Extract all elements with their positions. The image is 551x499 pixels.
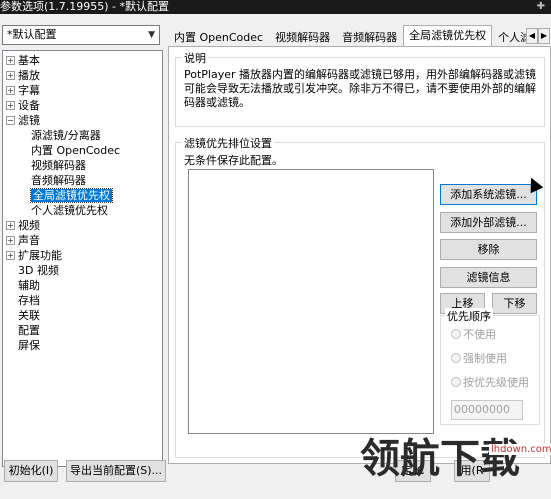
add-external-filter-button[interactable]: 添加外部滤镜... — [440, 212, 537, 233]
radio-not-use[interactable]: 不使用 — [451, 328, 496, 342]
add-system-filter-button[interactable]: 添加系统滤镜... — [440, 184, 537, 205]
save-status-text: 无条件保存此配置。 — [184, 154, 283, 167]
move-down-button[interactable]: 下移 — [492, 293, 537, 314]
tree-item-label: 存档 — [18, 294, 40, 307]
profile-select-value: *默认配置 — [7, 28, 57, 41]
tree-item-label: 播放 — [18, 69, 40, 82]
filter-priority-panel: 说明 PotPlayer 播放器内置的编解码器或滤镜已够用，用外部编解码器或滤镜… — [168, 46, 551, 464]
tree-item[interactable]: 音频解码器 — [3, 173, 162, 188]
tree-item[interactable]: 全局滤镜优先权 — [3, 188, 162, 203]
collapse-icon[interactable]: − — [6, 115, 15, 125]
tree-item-label: 扩展功能 — [18, 249, 62, 262]
window-titlebar: 参数选项(1.7.19955) - *默认配置 ✚ — [0, 0, 551, 14]
tree-item-label: 字幕 — [18, 84, 40, 97]
expand-icon[interactable]: + — [6, 85, 15, 95]
filter-info-button[interactable]: 滤镜信息 — [440, 267, 537, 288]
expand-icon[interactable]: + — [6, 220, 15, 230]
tab-strip: 内置 OpenCodec 视频解码器 音频解码器 全局滤镜优先权 个人滤镜 — [168, 25, 548, 47]
settings-tree[interactable]: + 基本 + 播放 + 字幕 + 设备 − 滤镜 源滤镜/分离器 内置 OpenCodec 视频解码器音… — [2, 50, 163, 467]
preferences-client: *默认配置 ▼ + 基本 + 播放 + 字幕 + 设备 − 滤镜 源滤镜/分离器 内置 OpenCod… — [0, 14, 551, 499]
tree-item[interactable]: 个人滤镜优先权 — [3, 203, 162, 218]
priority-value-input[interactable]: 00000000 — [451, 400, 523, 420]
tree-item-label: 配置 — [18, 324, 40, 337]
tree-item[interactable]: + 视频 — [3, 218, 162, 233]
description-group: 说明 PotPlayer 播放器内置的编解码器或滤镜已够用，用外部编解码器或滤镜… — [175, 50, 545, 127]
radio-icon — [451, 377, 461, 387]
expand-icon[interactable]: + — [6, 70, 15, 80]
tree-item-label: 屏保 — [18, 339, 40, 352]
tree-item[interactable]: 视频解码器 — [3, 158, 162, 173]
radio-by-priority[interactable]: 按优先级使用 — [451, 376, 529, 390]
tree-item[interactable]: 3D 视频 — [3, 263, 162, 278]
priority-group: 优先顺序 不使用 强制使用 按优先级使用 00000000 — [440, 308, 540, 425]
watermark-logo: 领航下载 — [360, 435, 520, 482]
tab-3[interactable]: 全局滤镜优先权 — [403, 25, 493, 47]
tree-item[interactable]: + 播放 — [3, 68, 162, 83]
tree-item[interactable]: 关联 — [3, 308, 162, 323]
tab-0[interactable]: 内置 OpenCodec — [168, 27, 269, 47]
tree-item-label: 视频解码器 — [31, 159, 86, 172]
chevron-left-icon[interactable]: ◀ — [526, 28, 538, 44]
filter-order-group: 滤镜优先排位设置 无条件保存此配置。 添加系统滤镜... 添加外部滤镜... 移… — [175, 135, 545, 458]
tree-item[interactable]: + 设备 — [3, 98, 162, 113]
tree-item-label: 声音 — [18, 234, 40, 247]
expand-icon[interactable]: + — [6, 235, 15, 245]
tree-item-label: 音频解码器 — [31, 174, 86, 187]
tree-item[interactable]: − 滤镜 — [3, 113, 162, 128]
expand-icon[interactable]: + — [6, 55, 15, 65]
tab-scroll: ◀ ▶ — [526, 28, 551, 46]
tree-item-label: 个人滤镜优先权 — [31, 204, 108, 217]
radio-icon — [451, 329, 461, 339]
expand-icon[interactable]: + — [6, 250, 15, 260]
tree-item-label: 3D 视频 — [18, 264, 59, 277]
tree-item[interactable]: 配置 — [3, 323, 162, 338]
description-text: PotPlayer 播放器内置的编解码器或滤镜已够用，用外部编解码器或滤镜可能会… — [184, 68, 537, 109]
tree-item[interactable]: + 声音 — [3, 233, 162, 248]
tree-item[interactable]: 屏保 — [3, 338, 162, 353]
window-title: 参数选项(1.7.19955) - *默认配置 — [0, 0, 170, 13]
tree-item-label: 全局滤镜优先权 — [30, 188, 113, 203]
remove-filter-button[interactable]: 移除 — [440, 239, 537, 260]
tree-item-label: 辅助 — [18, 279, 40, 292]
chevron-down-icon: ▼ — [148, 30, 155, 40]
tab-1[interactable]: 视频解码器 — [269, 27, 336, 47]
tree-item-label: 设备 — [18, 99, 40, 112]
tree-item[interactable]: 源滤镜/分离器 — [3, 128, 162, 143]
radio-icon — [451, 353, 461, 363]
tree-item[interactable]: 辅助 — [3, 278, 162, 293]
tree-item-label: 源滤镜/分离器 — [31, 129, 101, 142]
priority-title: 优先顺序 — [445, 308, 493, 324]
description-title: 说明 — [182, 50, 208, 66]
radio-force-use[interactable]: 强制使用 — [451, 352, 507, 366]
tree-item-label: 视频 — [18, 219, 40, 232]
tree-item-label: 基本 — [18, 54, 40, 67]
export-config-button[interactable]: 导出当前配置(S)... — [66, 460, 166, 482]
tree-item[interactable]: + 字幕 — [3, 83, 162, 98]
pin-icon[interactable]: ✚ — [537, 0, 545, 14]
watermark-url: lhdown.com — [489, 444, 551, 455]
tree-item-label: 内置 OpenCodec — [31, 144, 121, 157]
filter-order-title: 滤镜优先排位设置 — [182, 135, 274, 151]
tree-item[interactable]: + 扩展功能 — [3, 248, 162, 263]
tab-2[interactable]: 音频解码器 — [336, 27, 403, 47]
tree-item[interactable]: + 基本 — [3, 53, 162, 68]
expand-icon[interactable]: + — [6, 100, 15, 110]
chevron-right-icon[interactable]: ▶ — [538, 28, 550, 44]
initialize-button[interactable]: 初始化(I) — [4, 460, 58, 482]
profile-select[interactable]: *默认配置 ▼ — [2, 25, 160, 45]
tree-item[interactable]: 内置 OpenCodec — [3, 143, 162, 158]
tree-item-label: 滤镜 — [18, 114, 40, 127]
filter-list[interactable] — [188, 169, 434, 434]
tree-item-label: 关联 — [18, 309, 40, 322]
tree-item[interactable]: 存档 — [3, 293, 162, 308]
